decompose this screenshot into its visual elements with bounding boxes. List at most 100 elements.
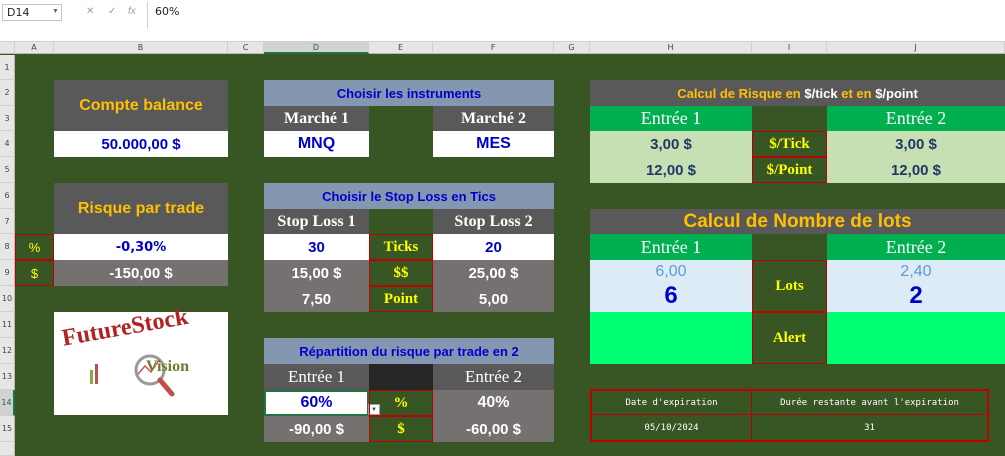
repartition-dark-cell	[369, 364, 433, 390]
stoploss2-point: 5,00	[433, 286, 554, 312]
calc-risk-e1-label: Entrée 1	[590, 106, 752, 131]
stoploss2-usd: 25,00 $	[433, 260, 554, 286]
expiration-date-value: 05/10/2024	[592, 415, 752, 440]
row-header-10[interactable]: 10	[0, 286, 15, 312]
tick-label: $/Tick	[752, 131, 827, 157]
risk-pct-value[interactable]: -0,30%	[54, 234, 228, 260]
market2-value[interactable]: MES	[433, 131, 554, 157]
formula-bar	[0, 0, 1005, 42]
calc-risk-e1-point: 12,00 $	[590, 157, 752, 183]
expiration-date-label: Date d'expiration	[592, 391, 752, 415]
row-header-14[interactable]: 14	[0, 390, 15, 416]
row-header-1[interactable]: 1	[0, 55, 15, 80]
calc-risk-e2-label: Entrée 2	[827, 106, 1005, 131]
row-header-7[interactable]: 7	[0, 209, 15, 234]
stoploss2-label: Stop Loss 2	[433, 209, 554, 234]
instruments-title: Choisir les instruments	[264, 80, 554, 106]
formula-divider	[147, 2, 148, 28]
ticks-label: Ticks	[369, 234, 433, 260]
expiration-remaining-label: Durée restante avant l'expiration	[752, 391, 987, 415]
point-label-right: $/Point	[752, 157, 827, 183]
stoploss1-usd: 15,00 $	[264, 260, 369, 286]
cancel-icon[interactable]: ✕	[86, 5, 96, 19]
row-header-9[interactable]: 9	[0, 260, 15, 286]
column-header-d[interactable]: D	[264, 42, 369, 54]
point-label: Point	[369, 286, 433, 312]
calc-risk-title-unit2: $/point	[875, 85, 918, 101]
calc-risk-title-unit1: $/tick	[804, 85, 838, 101]
alert-e1-cell	[590, 312, 752, 364]
row-header-16[interactable]	[0, 442, 15, 456]
market1-label: Marché 1	[264, 106, 369, 131]
calc-lots-e2-box: 2,40 2	[827, 260, 1005, 312]
repartition-e1-label: Entrée 1	[264, 364, 369, 390]
calc-risk-gap	[752, 106, 827, 131]
calc-risk-e2-point: 12,00 $	[827, 157, 1005, 183]
stoploss-title: Choisir le Stop Loss en Tics	[264, 183, 554, 209]
calc-risk-title-mid: et en	[837, 85, 876, 101]
calc-risk-e2-tick: 3,00 $	[827, 131, 1005, 157]
calc-lots-e2-raw: 2,40	[900, 263, 932, 280]
repartition-e2-pct: 40%	[433, 390, 554, 416]
calc-lots-e1-lots: 6	[664, 282, 678, 309]
enter-icon[interactable]: ✓	[108, 5, 118, 19]
column-header-c[interactable]: C	[228, 42, 264, 54]
row-header-5[interactable]: 5	[0, 157, 15, 183]
column-header-g[interactable]: G	[554, 42, 590, 54]
repartition-title: Répartition du risque par trade en 2	[264, 338, 554, 364]
column-header-e[interactable]: E	[369, 42, 433, 54]
market1-value[interactable]: MNQ	[264, 131, 369, 157]
balance-value[interactable]: 50.000,00 $	[54, 131, 228, 157]
risk-usd-label: $	[15, 260, 54, 286]
row-header-4[interactable]: 4	[0, 131, 15, 157]
repartition-e1-usd: -90,00 $	[264, 416, 369, 442]
risk-trade-title: Risque par trade	[54, 183, 228, 234]
balance-title: Compte balance	[54, 80, 228, 131]
repartition-pct-label: %	[369, 390, 433, 416]
alert-label: Alert	[752, 312, 827, 364]
repartition-e1-pct[interactable]: 60%	[264, 390, 369, 416]
column-header-h[interactable]: H	[590, 42, 752, 54]
row-header-13[interactable]: 13	[0, 364, 15, 390]
calc-lots-e1-label: Entrée 1	[590, 234, 752, 260]
column-header-i[interactable]: I	[752, 42, 827, 54]
select-all-corner[interactable]	[0, 42, 15, 54]
expiration-remaining-value: 31	[864, 422, 875, 433]
stoploss1-ticks[interactable]: 30	[264, 234, 369, 260]
alert-e2-cell	[827, 312, 1005, 364]
column-header-f[interactable]: F	[433, 42, 554, 54]
logo-text-sub: Vision	[146, 358, 189, 375]
lots-label: Lots	[752, 260, 827, 312]
calc-lots-e1-box: 6,00 6	[590, 260, 752, 312]
row-header-6[interactable]: 6	[0, 183, 15, 209]
calc-risk-title: Calcul de Risque en $/tick et en $/point	[590, 80, 1005, 106]
calc-lots-title: Calcul de Nombre de lots	[590, 209, 1005, 234]
futurestock-logo: FutureStock Vision	[54, 304, 228, 415]
column-header-a[interactable]: A	[15, 42, 54, 54]
repartition-e2-label: Entrée 2	[433, 364, 554, 390]
column-header-b[interactable]: B	[54, 42, 228, 54]
row-header-15[interactable]: 15	[0, 416, 15, 442]
calc-risk-e1-tick: 3,00 $	[590, 131, 752, 157]
row-header-12[interactable]: 12	[0, 338, 15, 364]
formula-input[interactable]: 60%	[155, 5, 179, 19]
row-header-11[interactable]: 11	[0, 312, 15, 338]
repartition-e2-usd: -60,00 $	[433, 416, 554, 442]
stoploss2-ticks[interactable]: 20	[433, 234, 554, 260]
stoploss1-point: 7,50	[264, 286, 369, 312]
function-icon[interactable]: fx	[128, 5, 142, 19]
risk-usd-value: -150,00 $	[54, 260, 228, 286]
row-header-3[interactable]: 3	[0, 106, 15, 131]
risk-pct-label: %	[15, 234, 54, 260]
chevron-down-icon[interactable]: ▼	[52, 6, 60, 18]
repartition-usd-label: $	[369, 416, 433, 442]
calc-risk-title-pre: Calcul de Risque en	[677, 85, 805, 101]
stoploss1-label: Stop Loss 1	[264, 209, 369, 234]
calc-lots-e2-label: Entrée 2	[827, 234, 1005, 260]
calc-lots-gap	[752, 234, 827, 260]
row-header-8[interactable]: 8	[0, 234, 15, 260]
calc-lots-e2-lots: 2	[909, 282, 923, 309]
column-header-j[interactable]: J	[827, 42, 1005, 54]
row-header-2[interactable]: 2	[0, 80, 15, 106]
usd-label: $$	[369, 260, 433, 286]
